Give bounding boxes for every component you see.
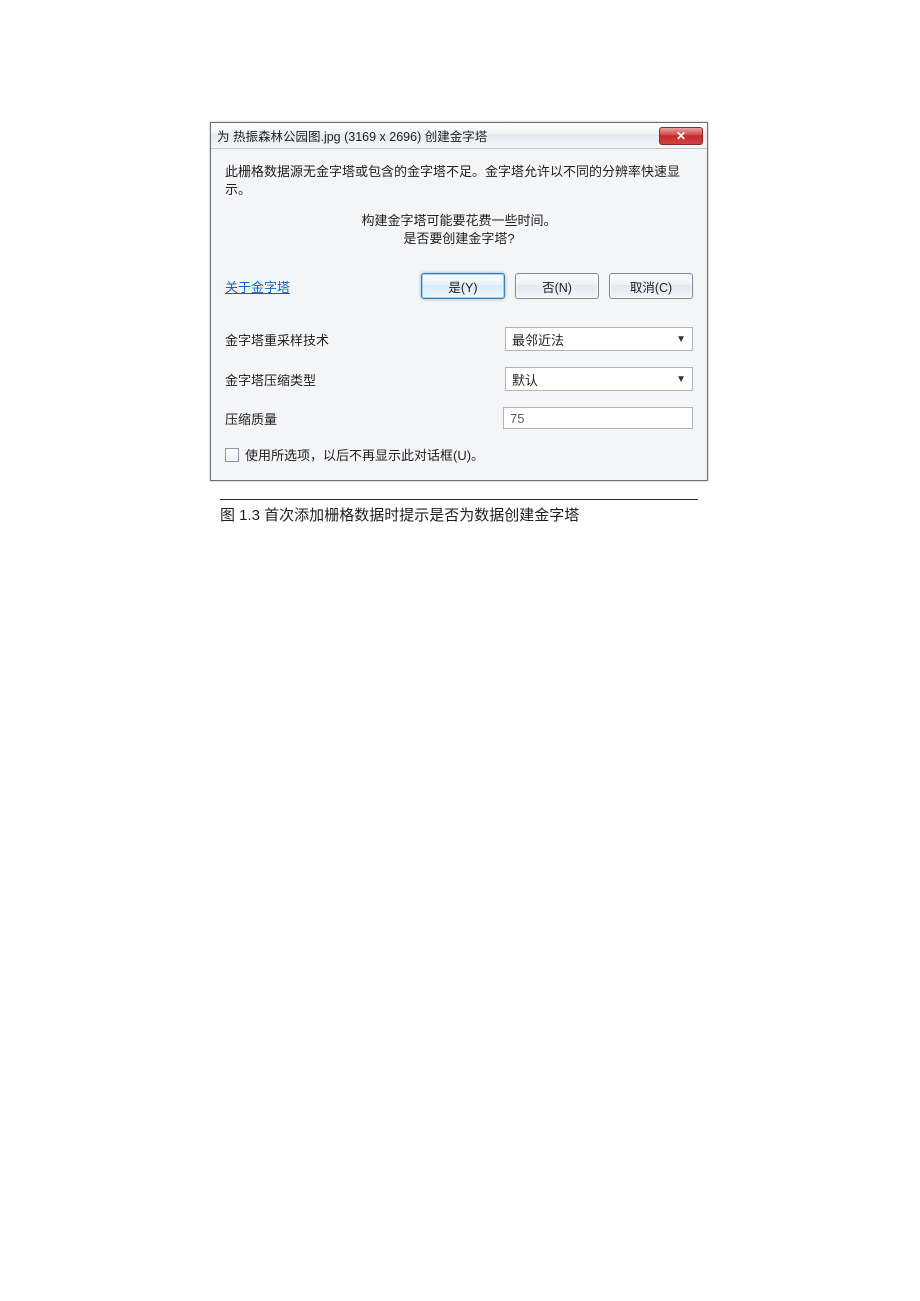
dialog-body: 此栅格数据源无金字塔或包含的金字塔不足。金字塔允许以不同的分辨率快速显示。 构建… [211, 149, 707, 480]
dialog-title: 为 热振森林公园图.jpg (3169 x 2696) 创建金字塔 [217, 126, 487, 145]
no-button[interactable]: 否(N) [515, 273, 599, 299]
dont-show-label: 使用所选项，以后不再显示此对话框(U)。 [245, 445, 484, 464]
close-icon: ✕ [676, 129, 686, 143]
resample-select[interactable]: 最邻近法 ▼ [505, 327, 693, 351]
about-pyramids-link[interactable]: 关于金字塔 [225, 277, 290, 296]
chevron-down-icon: ▼ [676, 334, 686, 345]
prompt-line-1: 构建金字塔可能要花费一些时间。 [361, 213, 556, 228]
yes-button[interactable]: 是(Y) [421, 273, 505, 299]
prompt-message: 构建金字塔可能要花费一些时间。 是否要创建金字塔? [225, 212, 693, 247]
dont-show-checkbox[interactable] [225, 448, 239, 462]
dialog-titlebar: 为 热振森林公园图.jpg (3169 x 2696) 创建金字塔 ✕ [211, 123, 707, 149]
figure-container: 为 热振森林公园图.jpg (3169 x 2696) 创建金字塔 ✕ 此栅格数… [210, 122, 708, 525]
info-message: 此栅格数据源无金字塔或包含的金字塔不足。金字塔允许以不同的分辨率快速显示。 [225, 163, 693, 198]
dont-show-row: 使用所选项，以后不再显示此对话框(U)。 [225, 445, 693, 464]
quality-input[interactable] [503, 407, 693, 429]
close-button[interactable]: ✕ [659, 127, 703, 145]
compression-value: 默认 [512, 370, 538, 389]
cancel-button[interactable]: 取消(C) [609, 273, 693, 299]
create-pyramids-dialog: 为 热振森林公园图.jpg (3169 x 2696) 创建金字塔 ✕ 此栅格数… [210, 122, 708, 481]
figure-caption: 图 1.3 首次添加栅格数据时提示是否为数据创建金字塔 [210, 504, 708, 525]
compression-select[interactable]: 默认 ▼ [505, 367, 693, 391]
prompt-line-2: 是否要创建金字塔? [403, 231, 514, 246]
compression-row: 金字塔压缩类型 默认 ▼ [225, 367, 693, 391]
action-row: 关于金字塔 是(Y) 否(N) 取消(C) [225, 273, 693, 299]
resample-label: 金字塔重采样技术 [225, 330, 505, 349]
caption-rule [220, 499, 698, 500]
chevron-down-icon: ▼ [676, 374, 686, 385]
resample-value: 最邻近法 [512, 330, 564, 349]
compression-label: 金字塔压缩类型 [225, 370, 505, 389]
quality-label: 压缩质量 [225, 409, 503, 428]
quality-row: 压缩质量 [225, 407, 693, 429]
resample-row: 金字塔重采样技术 最邻近法 ▼ [225, 327, 693, 351]
